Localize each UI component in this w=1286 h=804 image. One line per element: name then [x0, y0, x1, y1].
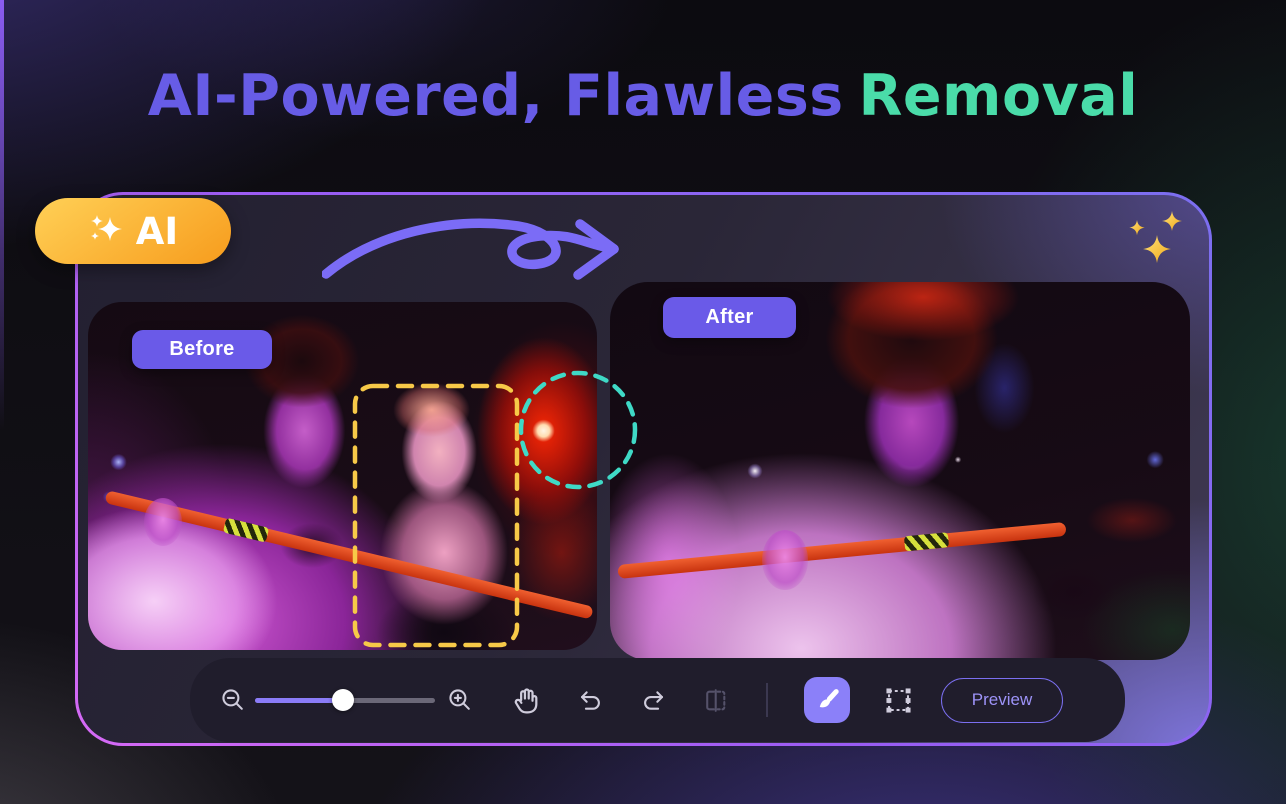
zoom-slider-fill [255, 698, 343, 703]
zoom-slider-knob[interactable] [332, 689, 354, 711]
split-compare-icon [701, 686, 730, 715]
hand-icon [512, 686, 541, 715]
hand-on-pole [144, 498, 182, 546]
preview-button[interactable]: Preview [941, 678, 1063, 723]
redo-button[interactable] [640, 687, 667, 714]
toolbar-divider [766, 683, 768, 717]
sparkles-icon [88, 211, 124, 252]
pole-tape [904, 532, 949, 551]
pan-tool-button[interactable] [512, 686, 541, 715]
before-label: Before [169, 338, 234, 361]
zoom-out-icon [220, 687, 247, 714]
page-title-primary: AI-Powered, Flawless [148, 63, 844, 129]
pole-prop [617, 522, 1066, 579]
compare-split-button[interactable] [701, 686, 730, 715]
undo-button[interactable] [577, 687, 604, 714]
editor-toolbar: Preview [190, 658, 1125, 742]
redo-arrow-icon [640, 687, 667, 714]
zoom-slider[interactable] [255, 688, 435, 712]
after-label-pill: After [663, 297, 796, 338]
brush-icon [813, 686, 841, 714]
after-label: After [705, 306, 753, 329]
curly-arrow-icon [322, 200, 632, 285]
page-title: AI-Powered, FlawlessRemoval [0, 64, 1286, 128]
marquee-icon [884, 686, 913, 715]
ai-badge-label: AI [136, 210, 178, 253]
page: { "hero": { "title_part1": "AI-Powered, … [0, 0, 1286, 804]
zoom-in-icon [447, 687, 474, 714]
after-photo [610, 282, 1190, 660]
hand-on-pole [762, 530, 808, 590]
pole-tape [223, 518, 269, 543]
triple-sparkle-icon [1118, 205, 1202, 277]
marquee-select-button[interactable] [884, 686, 913, 715]
preview-button-label: Preview [972, 690, 1032, 710]
zoom-in-button[interactable] [447, 687, 474, 714]
zoom-out-button[interactable] [220, 687, 247, 714]
undo-arrow-icon [577, 687, 604, 714]
brush-tool-button[interactable] [804, 677, 850, 723]
ai-badge: AI [35, 198, 231, 264]
page-title-accent: Removal [859, 63, 1139, 129]
before-label-pill: Before [132, 330, 272, 369]
